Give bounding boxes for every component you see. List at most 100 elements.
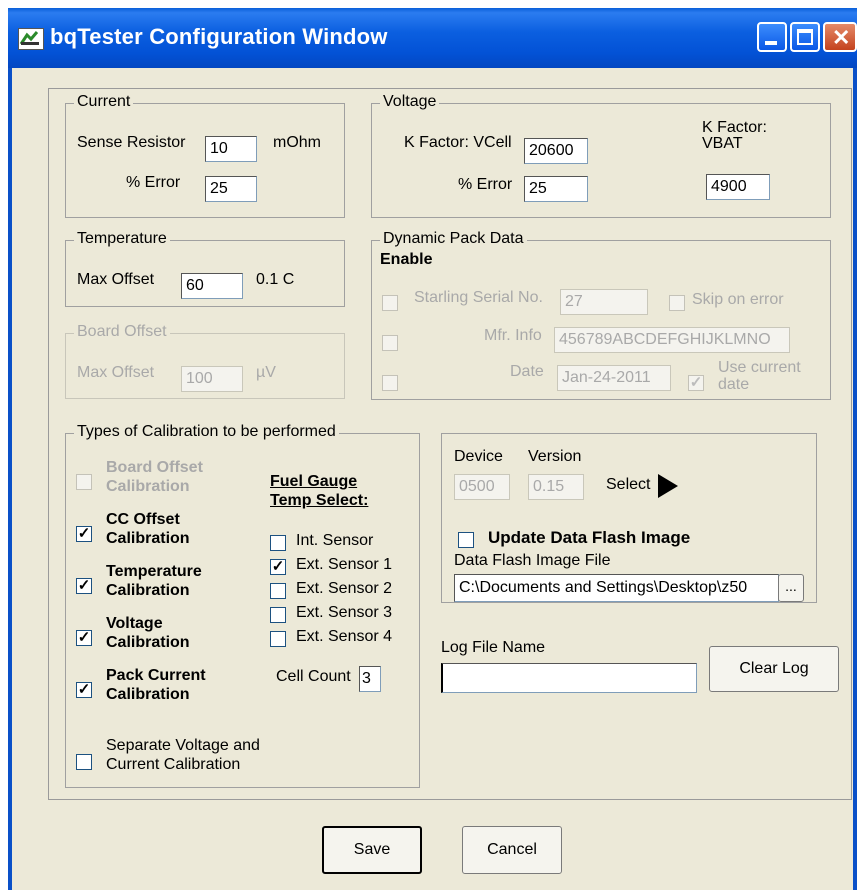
serial-input[interactable]: 27 [560,289,648,315]
pack-current-cal-label-1: Pack Current [106,667,206,684]
current-error-input[interactable]: 25 [205,176,257,202]
voltage-cal-label-1: Voltage [106,615,163,632]
config-window: bqTester Configuration Window ✕ Current … [8,8,857,890]
update-flash-checkbox[interactable] [458,532,474,548]
cancel-button[interactable]: Cancel [462,826,562,874]
main-panel: Current Sense Resistor 10 mOhm % Error 2… [48,88,852,800]
board-max-offset-label: Max Offset [77,364,155,381]
ext-sensor-2-radio[interactable] [270,583,286,599]
log-file-label: Log File Name [441,639,546,656]
fuel-gauge-label-2: Temp Select: [270,492,369,509]
select-label: Select [606,476,651,493]
kfactor-vbat-input[interactable]: 4900 [706,174,770,200]
dynamic-pack-legend: Dynamic Pack Data [380,230,527,248]
version-label: Version [528,448,582,465]
board-offset-cal-label-2: Calibration [106,478,190,495]
calibration-legend: Types of Calibration to be performed [74,423,339,441]
skip-on-error-checkbox[interactable] [669,295,685,311]
voltage-error-input[interactable]: 25 [524,176,588,202]
current-error-label: % Error [126,174,181,191]
version-input[interactable]: 0.15 [528,474,584,500]
separate-cal-checkbox[interactable] [76,754,92,770]
kfactor-vcell-input[interactable]: 20600 [524,138,588,164]
calibration-group: Types of Calibration to be performed Boa… [65,423,420,788]
kfactor-vbat-label-2: VBAT [702,135,743,152]
serial-label: Starling Serial No. [414,289,543,306]
temperature-legend: Temperature [74,230,170,248]
sense-resistor-unit: mOhm [273,134,321,151]
board-max-offset-input[interactable]: 100 [181,366,243,392]
cc-offset-cal-checkbox[interactable]: ✓ [76,526,92,542]
serial-enable-checkbox[interactable] [382,295,398,311]
minimize-icon [765,41,777,45]
ext-sensor-4-radio[interactable] [270,631,286,647]
window-title: bqTester Configuration Window [50,24,388,49]
voltage-legend: Voltage [380,93,440,111]
kfactor-vcell-label: K Factor: VCell [404,134,512,151]
flash-file-label: Data Flash Image File [454,552,611,569]
voltage-error-label: % Error [458,176,513,193]
board-offset-group: Board Offset Max Offset 100 µV [65,323,345,399]
ext-sensor-1-label: Ext. Sensor 1 [296,556,393,573]
cc-offset-cal-label-2: Calibration [106,530,190,547]
mfr-enable-checkbox[interactable] [382,335,398,351]
sense-resistor-label: Sense Resistor [77,134,186,151]
cell-count-label: Cell Count [276,668,351,685]
int-sensor-label: Int. Sensor [296,532,374,549]
log-file-input[interactable] [441,663,697,693]
dynamic-pack-group: Dynamic Pack Data Enable Starling Serial… [371,230,831,400]
maximize-button[interactable] [790,22,820,52]
mfr-info-input[interactable]: 456789ABCDEFGHIJKLMNO [554,327,790,353]
device-group: Device Version 0500 0.15 Select Update D… [441,433,817,603]
client-area: Current Sense Resistor 10 mOhm % Error 2… [8,68,857,890]
title-bar[interactable]: bqTester Configuration Window ✕ [8,8,857,68]
flash-file-input[interactable]: C:\Documents and Settings\Desktop\z50 [454,574,779,602]
date-input[interactable]: Jan-24-2011 [557,365,671,391]
temperature-cal-checkbox[interactable]: ✓ [76,578,92,594]
cell-count-input[interactable]: 3 [359,666,381,692]
close-icon: ✕ [832,25,851,50]
close-button[interactable]: ✕ [823,22,857,52]
pack-current-cal-checkbox[interactable]: ✓ [76,682,92,698]
date-label: Date [510,363,544,380]
minimize-button[interactable] [757,22,787,52]
app-icon [18,28,44,50]
board-offset-cal-label-1: Board Offset [106,459,203,476]
device-input[interactable]: 0500 [454,474,510,500]
save-button[interactable]: Save [322,826,422,874]
current-legend: Current [74,93,134,111]
date-enable-checkbox[interactable] [382,375,398,391]
voltage-cal-checkbox[interactable]: ✓ [76,630,92,646]
use-current-date-label-2: date [718,376,750,393]
voltage-cal-label-2: Calibration [106,634,190,651]
update-flash-label: Update Data Flash Image [488,528,691,547]
clear-log-button[interactable]: Clear Log [709,646,839,692]
sense-resistor-input[interactable]: 10 [205,136,257,162]
ext-sensor-4-label: Ext. Sensor 4 [296,628,393,645]
int-sensor-radio[interactable] [270,535,286,551]
separate-cal-label-1: Separate Voltage and [106,737,260,754]
pack-current-cal-label-2: Calibration [106,686,190,703]
temperature-cal-label-2: Calibration [106,582,190,599]
maximize-icon [797,29,813,45]
use-current-date-checkbox[interactable]: ✓ [688,375,704,391]
temp-unit: 0.1 C [256,271,295,288]
cc-offset-cal-label-1: CC Offset [106,511,180,528]
ext-sensor-2-label: Ext. Sensor 2 [296,580,393,597]
temperature-group: Temperature Max Offset 60 0.1 C [65,230,345,307]
temp-max-offset-input[interactable]: 60 [181,273,243,299]
select-arrow-icon[interactable] [658,474,678,498]
ext-sensor-1-radio[interactable]: ✓ [270,559,286,575]
ext-sensor-3-label: Ext. Sensor 3 [296,604,393,621]
board-offset-legend: Board Offset [74,323,170,341]
kfactor-vbat-label-1: K Factor: [702,119,767,136]
temperature-cal-label-1: Temperature [106,563,202,580]
current-group: Current Sense Resistor 10 mOhm % Error 2… [65,93,345,218]
skip-on-error-label: Skip on error [692,291,784,308]
board-offset-cal-checkbox[interactable] [76,474,92,490]
browse-button[interactable]: ... [778,574,804,602]
ext-sensor-3-radio[interactable] [270,607,286,623]
voltage-group: Voltage K Factor: VCell 20600 K Factor: … [371,93,831,218]
separate-cal-label-2: Current Calibration [106,756,241,773]
mfr-info-label: Mfr. Info [484,327,542,344]
